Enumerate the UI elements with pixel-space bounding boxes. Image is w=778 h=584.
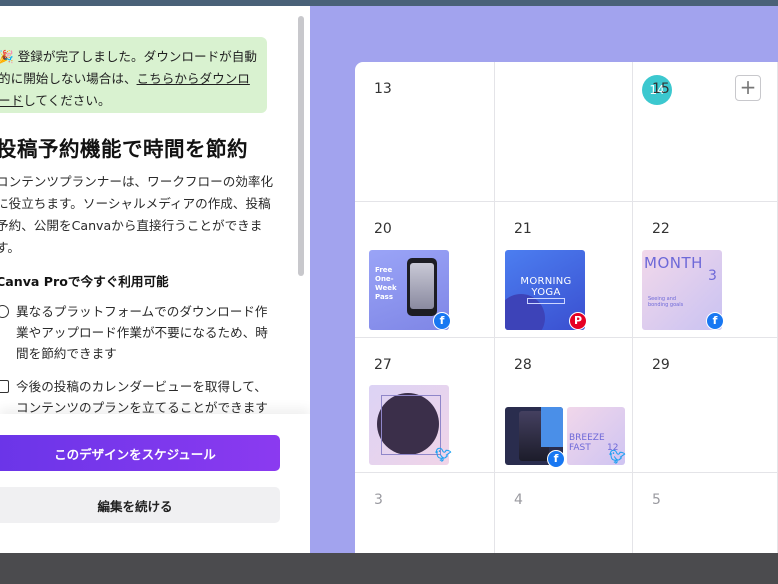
- thumbnail-title: MORNING YOGA: [520, 276, 572, 298]
- day-number: 4: [514, 492, 523, 508]
- facebook-icon: f: [547, 450, 565, 468]
- thumbnail-text: Free One- Week Pass: [375, 266, 397, 302]
- twitter-icon: 🐦︎: [609, 450, 626, 465]
- continue-editing-button[interactable]: 編集を続ける: [0, 487, 280, 523]
- day-number: 5: [652, 492, 661, 508]
- success-banner: 🎉 登録が完了しました。ダウンロードが自動的に開始しない場合は、こちらからダウン…: [0, 37, 267, 113]
- day-number: 15: [652, 81, 670, 97]
- thumbnail-line: Week: [375, 284, 397, 292]
- panel-scrollbar[interactable]: [298, 16, 304, 276]
- day-number: 13: [374, 81, 392, 97]
- feature-text: 異なるプラットフォームでのダウンロード作業やアップロード作業が不要になるため、時…: [16, 304, 268, 361]
- twitter-icon: 🐦︎: [435, 448, 452, 463]
- thumbnail-title: MONTH: [644, 254, 703, 272]
- banner-text-end: してください。: [23, 93, 111, 108]
- thumbnail-line: Free: [375, 266, 393, 274]
- thumbnail-line: Pass: [375, 293, 393, 301]
- facebook-icon: f: [433, 312, 451, 330]
- panel-title: 投稿予約機能で時間を節約: [0, 137, 248, 161]
- calendar-day-cell[interactable]: 13: [355, 62, 495, 202]
- day-number: 3: [374, 492, 383, 508]
- panel-description: コンテンツプランナーは、ワークフローの効率化に役立ちます。ソーシャルメディアの作…: [0, 174, 274, 255]
- thumbnail-number: 3: [708, 268, 717, 284]
- thumbnail-caption: Seeing and bonding goals: [648, 296, 684, 308]
- content-calendar: 13 14 + 15 20 21 22 27 28 29 3 4 5 Free …: [355, 62, 778, 553]
- day-number: 27: [374, 357, 392, 373]
- day-number: 29: [652, 357, 670, 373]
- calendar-day-cell[interactable]: 29: [633, 338, 778, 473]
- calendar-day-cell-today[interactable]: 14 +: [495, 62, 761, 202]
- clock-icon: [0, 305, 9, 318]
- calendar-day-cell[interactable]: 15: [633, 62, 778, 202]
- success-banner-text: 🎉 登録が完了しました。ダウンロードが自動的に開始しない場合は、こちらからダウン…: [0, 46, 260, 112]
- schedule-design-button[interactable]: このデザインをスケジュール: [0, 435, 280, 471]
- day-number: 20: [374, 221, 392, 237]
- day-number: 21: [514, 221, 532, 237]
- schedule-panel: 🎉 登録が完了しました。ダウンロードが自動的に開始しない場合は、こちらからダウン…: [0, 6, 310, 553]
- calendar-day-cell[interactable]: 5: [633, 473, 778, 553]
- calendar-day-cell[interactable]: 3: [355, 473, 495, 553]
- facebook-icon: f: [706, 312, 724, 330]
- feature-text: 今後の投稿のカレンダービューを取得して、コンテンツのプランを立てることができます: [16, 379, 268, 415]
- phone-image: [407, 258, 437, 316]
- window-bottom-bar: [0, 553, 778, 584]
- calendar-day-cell[interactable]: 4: [495, 473, 633, 553]
- panel-subheading: Canva Proで今すぐ利用可能: [0, 274, 169, 289]
- calendar-icon: [0, 380, 9, 393]
- thumbnail-line: One-: [375, 275, 394, 283]
- day-number: 22: [652, 221, 670, 237]
- pinterest-icon: P: [569, 312, 587, 330]
- day-number: 28: [514, 357, 532, 373]
